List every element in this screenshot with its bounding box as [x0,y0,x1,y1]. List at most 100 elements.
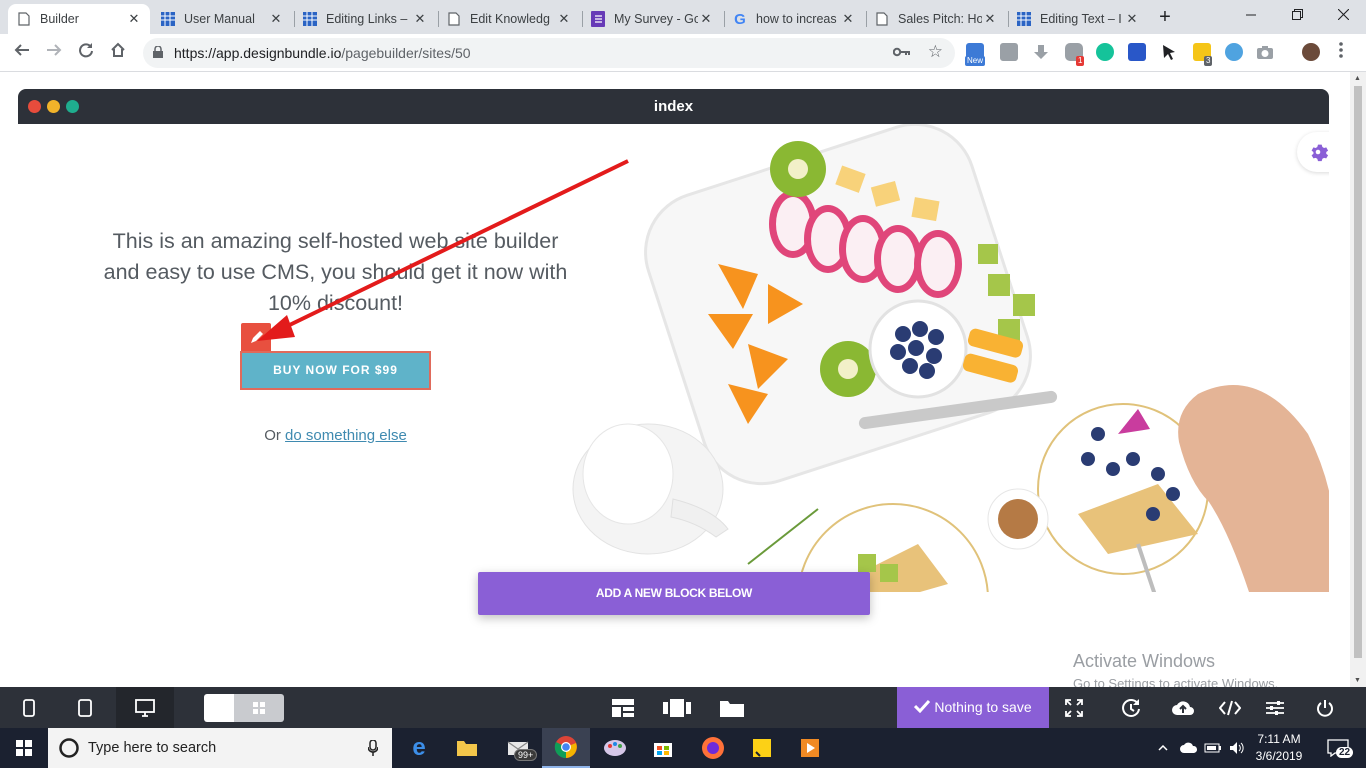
close-icon[interactable]: ✕ [982,11,998,27]
paint-app[interactable] [591,728,639,768]
tab-title: Editing Text – I [1040,12,1122,26]
onedrive-icon[interactable] [1178,728,1200,768]
action-center-button[interactable]: 22 [1318,728,1358,768]
grammarly-icon[interactable] [1096,43,1114,61]
blocks-button[interactable] [594,687,652,728]
history-icon [1122,698,1140,717]
scroll-down-icon[interactable]: ▼ [1354,677,1361,684]
close-icon[interactable]: ✕ [840,11,856,27]
tab-editing-text[interactable]: Editing Text – I ✕ [1008,4,1148,34]
forward-button[interactable] [41,40,67,66]
microphone-icon[interactable] [368,740,378,756]
close-window-button[interactable] [1320,0,1366,32]
bookmark-extension-icon[interactable] [1128,43,1146,61]
browser-toolbar: https://app.designbundle.io/pagebuilder/… [0,34,1366,72]
volume-icon[interactable] [1226,728,1248,768]
new-badge: New [965,56,986,66]
home-button[interactable] [105,40,131,66]
settings-gear-button[interactable] [1297,132,1329,172]
tray-overflow-icon[interactable] [1154,728,1172,768]
history-button[interactable] [1102,687,1160,728]
grid-app-icon [302,11,318,27]
minimize-button[interactable] [1228,0,1274,32]
file-explorer-app[interactable] [443,728,491,768]
cursor-extension-icon[interactable] [1160,43,1178,61]
save-status-button[interactable]: Nothing to save [897,687,1049,728]
close-icon[interactable]: ✕ [412,11,428,27]
video-app[interactable] [786,728,834,768]
layout-icon [612,698,634,717]
close-icon[interactable]: ✕ [268,11,284,27]
address-bar[interactable]: https://app.designbundle.io/pagebuilder/… [143,38,955,68]
tablet-icon [78,698,92,717]
google-icon: G [734,10,746,28]
tab-my-survey[interactable]: My Survey - Go ✕ [582,4,722,34]
refresh-extension-icon[interactable] [1225,43,1243,61]
edge-app[interactable]: e [395,728,443,768]
key-icon[interactable] [892,44,911,60]
close-icon[interactable]: ✕ [1124,11,1140,27]
tab-editing-links[interactable]: Editing Links – ✕ [294,4,436,34]
profile-avatar[interactable] [1302,43,1320,61]
tab-title: Editing Links – [326,12,408,26]
do-something-else-link[interactable]: do something else [285,427,407,444]
page-icon [874,11,890,27]
close-icon[interactable]: ✕ [126,11,142,27]
folder-icon [457,741,477,756]
tab-user-manual[interactable]: User Manual ✕ [152,4,292,34]
mail-app[interactable]: 99+ [494,728,542,768]
builder-toolbar: Nothing to save [0,687,1366,728]
forms-icon [590,11,606,27]
tablet-view-button[interactable] [56,687,114,728]
phone-icon [23,698,35,717]
bookmark-star-icon[interactable]: ☆ [928,42,943,62]
download-extension-icon[interactable] [1032,43,1050,61]
frame-titlebar: index [18,89,1329,124]
new-tab-button[interactable]: + [1153,6,1177,30]
page-scrollbar[interactable]: ▲ ▼ [1350,72,1366,687]
tab-how-to-increase[interactable]: G how to increas ✕ [724,4,864,34]
battery-icon[interactable] [1202,728,1224,768]
maximize-button[interactable] [1274,0,1320,32]
reload-button[interactable] [73,40,99,66]
sticky-notes-app[interactable] [738,728,786,768]
system-clock[interactable]: 7:11 AM 3/6/2019 [1250,731,1308,765]
mail-badge: 99+ [514,749,538,761]
back-button[interactable] [9,40,35,66]
clock-date: 3/6/2019 [1255,749,1303,763]
firefox-icon [702,737,724,759]
grid-view-option[interactable] [234,694,284,722]
pages-button[interactable] [648,687,706,728]
tab-builder[interactable]: Builder ✕ [8,4,150,34]
camera-icon[interactable] [1256,43,1274,61]
add-new-block-button[interactable]: ADD A NEW BLOCK BELOW [478,572,870,615]
single-view-option[interactable] [204,694,234,722]
taskbar-search-box[interactable]: Type here to search [48,728,392,768]
close-icon[interactable]: ✕ [698,11,714,27]
tab-edit-knowledge[interactable]: Edit Knowledg ✕ [438,4,580,34]
fullscreen-button[interactable] [1045,687,1103,728]
start-button[interactable] [0,728,48,768]
tab-title: My Survey - Go [614,12,698,26]
chrome-icon [554,736,577,759]
store-app[interactable] [639,728,687,768]
view-mode-toggle[interactable] [204,694,284,722]
notification-count-badge: 22 [1336,747,1354,758]
tab-sales-pitch[interactable]: Sales Pitch: Ho ✕ [866,4,1006,34]
paint-palette-icon [604,740,626,756]
scrollbar-thumb[interactable] [1354,86,1362,658]
buy-now-button[interactable]: BUY NOW FOR $99 [240,351,431,390]
firefox-app[interactable] [689,728,737,768]
logout-button[interactable] [1296,687,1354,728]
alternative-action-line: Or do something else [264,427,407,444]
mobile-view-button[interactable] [0,687,58,728]
close-icon[interactable]: ✕ [556,11,572,27]
files-button[interactable] [703,687,761,728]
scroll-up-icon[interactable]: ▲ [1354,75,1361,82]
desktop-view-button[interactable] [116,687,174,728]
code-extension-icon[interactable] [1000,43,1018,61]
tab-title: Edit Knowledg [470,12,550,26]
menu-kebab-icon[interactable] [1328,40,1354,66]
chrome-app[interactable] [542,728,590,768]
annotation-arrow [257,159,629,341]
